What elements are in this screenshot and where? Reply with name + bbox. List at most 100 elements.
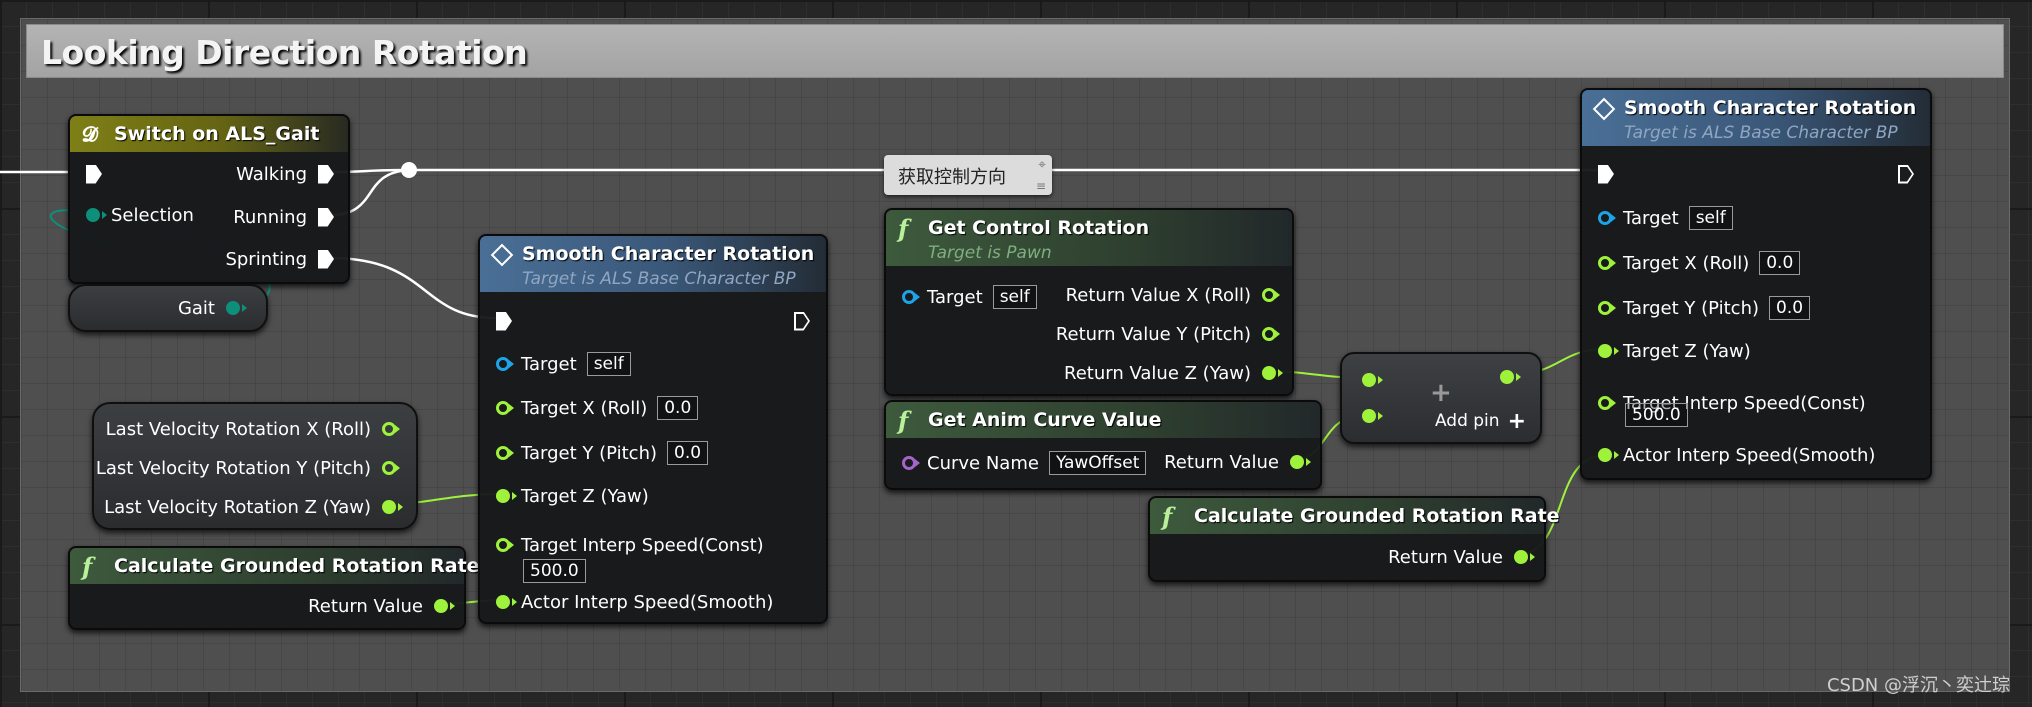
anim-curve-return-pin[interactable] [1290, 455, 1311, 469]
curve-name-value[interactable]: YawOffset [1048, 451, 1147, 475]
smooth-rot-1-exec-out [794, 308, 810, 334]
smooth-rot-1-header[interactable]: Smooth Character Rotation Target is ALS … [480, 236, 826, 292]
switch-node-header[interactable]: 𝓓 Switch on ALS_Gait [70, 116, 348, 152]
add-pin-icon[interactable]: + [1508, 409, 1526, 434]
calc-rate-2-header[interactable]: f Calculate Grounded Rotation Rate [1150, 498, 1560, 534]
interp-const-value[interactable]: 500.0 [523, 559, 586, 583]
control-target-pin[interactable] [902, 290, 920, 304]
function-icon: f [898, 406, 909, 435]
calc-rate-2-return-row: Return Value [1388, 544, 1535, 570]
velocity-z-label: Last Velocity Rotation Z (Yaw) [104, 496, 371, 518]
smooth-rot-2-exec-in [1598, 161, 1614, 187]
target-y-pin[interactable] [496, 446, 514, 460]
expand-icon[interactable]: ≡ [1036, 179, 1046, 193]
target-label: Target [1623, 207, 1679, 229]
smooth-rot-2-exec-in-pin[interactable] [1598, 164, 1614, 184]
control-out-z-pin[interactable] [1262, 366, 1283, 380]
reroute-comment-bubble[interactable]: 获取控制方向 ⌖ ≡ [884, 155, 1052, 195]
control-rot-out-y-row: Return Value Y (Pitch) [1055, 321, 1280, 347]
control-out-x-pin[interactable] [1262, 288, 1280, 302]
control-target-value[interactable]: self [992, 285, 1037, 309]
calc-rate-1-title: Calculate Grounded Rotation Rate [114, 555, 480, 577]
interp-const-pin[interactable] [1598, 396, 1616, 410]
plus-icon: + [1430, 378, 1452, 408]
control-rot-header[interactable]: f Get Control Rotation Target is Pawn [886, 210, 1292, 266]
add-output-pin[interactable] [1500, 370, 1521, 384]
target-value[interactable]: self [586, 352, 631, 376]
anim-curve-header[interactable]: f Get Anim Curve Value [886, 402, 1320, 438]
target-x-pin[interactable] [496, 401, 514, 415]
interp-const-label: Target Interp Speed(Const) [521, 534, 764, 556]
smooth-rot-2-header[interactable]: Smooth Character Rotation Target is ALS … [1582, 90, 1930, 146]
calc-grounded-rate-node-1[interactable]: f Calculate Grounded Rotation Rate Retur… [68, 546, 480, 630]
running-exec-pin[interactable] [318, 207, 334, 227]
target-y-value[interactable]: 0.0 [1769, 296, 1811, 320]
control-rot-out-x-row: Return Value X (Roll) [1065, 282, 1280, 308]
get-control-rotation-node[interactable]: f Get Control Rotation Target is Pawn Ta… [884, 208, 1294, 396]
interp-const-value[interactable]: 500.0 [1625, 403, 1688, 427]
target-y-pin[interactable] [1598, 301, 1616, 315]
interp-smooth-label: Actor Interp Speed(Smooth) [521, 591, 774, 613]
smooth-rot-1-exec-out-pin[interactable] [794, 311, 810, 331]
target-z-pin[interactable] [1598, 344, 1619, 358]
smooth-rot-1-const-value-row: 500.0 [523, 558, 586, 584]
calc-rate-2-return-pin[interactable] [1514, 550, 1535, 564]
control-target-label: Target [927, 286, 983, 308]
calc-rate-1-header[interactable]: f Calculate Grounded Rotation Rate [70, 548, 480, 584]
interp-smooth-pin[interactable] [1598, 448, 1619, 462]
velocity-x-row: Last Velocity Rotation X (Roll) [106, 416, 400, 442]
gait-getter-row: Gait [178, 295, 247, 321]
smooth-rot-2-exec-out [1898, 161, 1914, 187]
control-rot-subtitle: Target is Pawn [928, 243, 1052, 263]
add-input-b-pin[interactable] [1362, 409, 1383, 423]
velocity-z-pin[interactable] [382, 500, 403, 514]
interp-smooth-pin[interactable] [496, 595, 517, 609]
calc-grounded-rate-node-2[interactable]: f Calculate Grounded Rotation Rate Retur… [1148, 496, 1560, 582]
calc-rate-1-return-pin[interactable] [434, 599, 455, 613]
function-icon: f [1162, 502, 1173, 531]
control-out-x-label: Return Value X (Roll) [1065, 284, 1251, 306]
smooth-rot-2-subtitle: Target is ALS Base Character BP [1624, 123, 1898, 143]
walking-exec-pin[interactable] [318, 164, 334, 184]
target-value[interactable]: self [1688, 206, 1733, 230]
control-out-z-label: Return Value Z (Yaw) [1064, 362, 1251, 384]
target-x-value[interactable]: 0.0 [1759, 251, 1801, 275]
get-anim-curve-value-node[interactable]: f Get Anim Curve Value Curve Name YawOff… [884, 400, 1322, 490]
velocity-y-row: Last Velocity Rotation Y (Pitch) [96, 455, 400, 481]
switch-on-gait-node[interactable]: 𝓓 Switch on ALS_Gait Walking Selection R… [68, 114, 350, 284]
smooth-rot-2-exec-out-pin[interactable] [1898, 164, 1914, 184]
target-z-pin[interactable] [496, 489, 517, 503]
curve-name-label: Curve Name [927, 452, 1039, 474]
velocity-y-pin[interactable] [382, 461, 400, 475]
gait-pin[interactable] [226, 301, 247, 315]
velocity-x-pin[interactable] [382, 422, 400, 436]
smooth-character-rotation-node-1[interactable]: Smooth Character Rotation Target is ALS … [478, 234, 828, 624]
curve-name-pin[interactable] [902, 456, 920, 470]
target-pin[interactable] [1598, 211, 1616, 225]
target-label: Target [521, 353, 577, 375]
add-input-a-pin[interactable] [1362, 373, 1383, 387]
control-out-y-pin[interactable] [1262, 327, 1280, 341]
exec-in-pin[interactable] [86, 164, 102, 184]
add-pin-row[interactable]: Add pin + [1435, 408, 1526, 434]
target-x-label: Target X (Roll) [1623, 252, 1750, 274]
event-icon [490, 243, 514, 267]
target-x-pin[interactable] [1598, 256, 1616, 270]
target-x-value[interactable]: 0.0 [657, 396, 699, 420]
target-pin[interactable] [496, 357, 514, 371]
smooth-rot-1-exec-in-pin[interactable] [496, 311, 512, 331]
target-y-value[interactable]: 0.0 [667, 441, 709, 465]
smooth-character-rotation-node-2[interactable]: Smooth Character Rotation Target is ALS … [1580, 88, 1932, 480]
interp-const-pin[interactable] [496, 538, 514, 552]
add-float-node[interactable]: + Add pin + [1340, 352, 1542, 444]
sprinting-exec-pin[interactable] [318, 249, 334, 269]
control-out-y-label: Return Value Y (Pitch) [1055, 323, 1251, 345]
last-velocity-getter-node[interactable]: Last Velocity Rotation X (Roll) Last Vel… [92, 402, 418, 530]
smooth-rot-2-y-row: Target Y (Pitch) 0.0 [1598, 295, 1811, 321]
pin-icon[interactable]: ⌖ [1038, 157, 1046, 173]
switch-output-sprinting: Sprinting [225, 246, 334, 272]
control-rot-target-row: Target self [902, 284, 1037, 310]
selection-pin[interactable] [86, 208, 107, 222]
gait-getter-node[interactable]: Gait [68, 284, 268, 332]
smooth-rot-1-z-row: Target Z (Yaw) [496, 483, 649, 509]
